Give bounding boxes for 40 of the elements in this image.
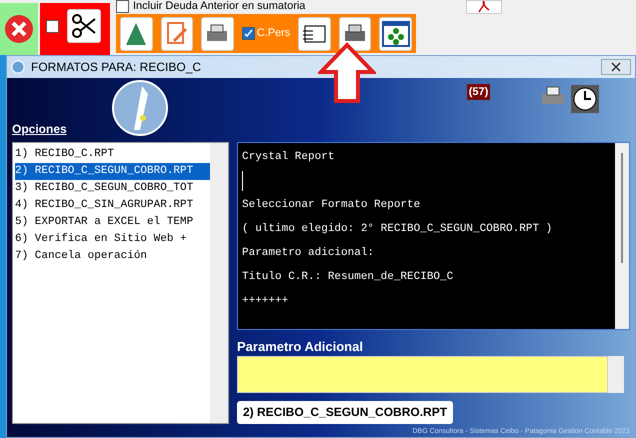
pdf-icon[interactable] bbox=[476, 1, 492, 13]
text-cursor bbox=[242, 170, 243, 190]
up-arrow-icon bbox=[318, 42, 376, 104]
checkbox[interactable] bbox=[242, 27, 255, 40]
parameter-label: Parametro Adicional bbox=[237, 338, 364, 354]
list-item[interactable]: 6) Verifica en Sitio Web + bbox=[15, 230, 210, 248]
console-line: Titulo C.R.: Resumen_de_RECIBO_C bbox=[242, 270, 454, 284]
options-label: Opciones bbox=[12, 120, 67, 138]
logo-icon bbox=[112, 80, 168, 136]
console-line: Seleccionar Formato Reporte bbox=[242, 198, 422, 212]
close-icon[interactable] bbox=[4, 14, 34, 44]
close-icon bbox=[611, 62, 621, 72]
app-icon bbox=[11, 60, 25, 74]
count-badge: (57) bbox=[466, 84, 490, 100]
list-item[interactable]: 5) EXPORTAR a EXCEL el TEMP bbox=[15, 214, 210, 230]
checkbox-label: C.Pers bbox=[256, 26, 290, 42]
edit-icon[interactable] bbox=[160, 16, 194, 50]
checkbox[interactable] bbox=[116, 0, 129, 13]
window-title: FORMATOS PARA: RECIBO_C bbox=[31, 58, 202, 76]
window-icon[interactable] bbox=[379, 16, 412, 50]
list-item[interactable]: 7) Cancela operación bbox=[15, 248, 210, 264]
close-button[interactable] bbox=[601, 58, 631, 75]
console-line: +++++++ bbox=[242, 294, 290, 308]
console-line: Crystal Report bbox=[242, 150, 336, 164]
printer-icon[interactable] bbox=[338, 16, 372, 50]
document-icon[interactable] bbox=[298, 16, 331, 50]
list-item[interactable]: 4) RECIBO_C_SIN_AGRUPAR.RPT bbox=[15, 196, 210, 214]
checkbox-label: Incluir Deuda Anterior en sumatoria bbox=[133, 1, 306, 12]
scissors-icon[interactable] bbox=[67, 9, 101, 43]
list-item[interactable]: 2) RECIBO_C_SEGUN_COBRO.RPT bbox=[15, 162, 210, 180]
scrollbar bbox=[608, 356, 624, 392]
printer-icon[interactable] bbox=[201, 16, 234, 50]
format-button[interactable]: 2) RECIBO_C_SEGUN_COBRO.RPT bbox=[237, 400, 454, 424]
list-item[interactable]: 3) RECIBO_C_SEGUN_COBRO_TOT bbox=[15, 180, 210, 196]
parameter-field[interactable] bbox=[237, 356, 608, 392]
console-line: ( ultimo elegido: 2° RECIBO_C_SEGUN_COBRO.RPT ) bbox=[242, 222, 554, 236]
list-item[interactable]: 1) RECIBO_C.RPT bbox=[15, 146, 210, 162]
checkbox[interactable] bbox=[46, 20, 59, 33]
console-line: Parametro adicional: bbox=[242, 246, 376, 260]
clock-icon[interactable] bbox=[570, 84, 600, 114]
